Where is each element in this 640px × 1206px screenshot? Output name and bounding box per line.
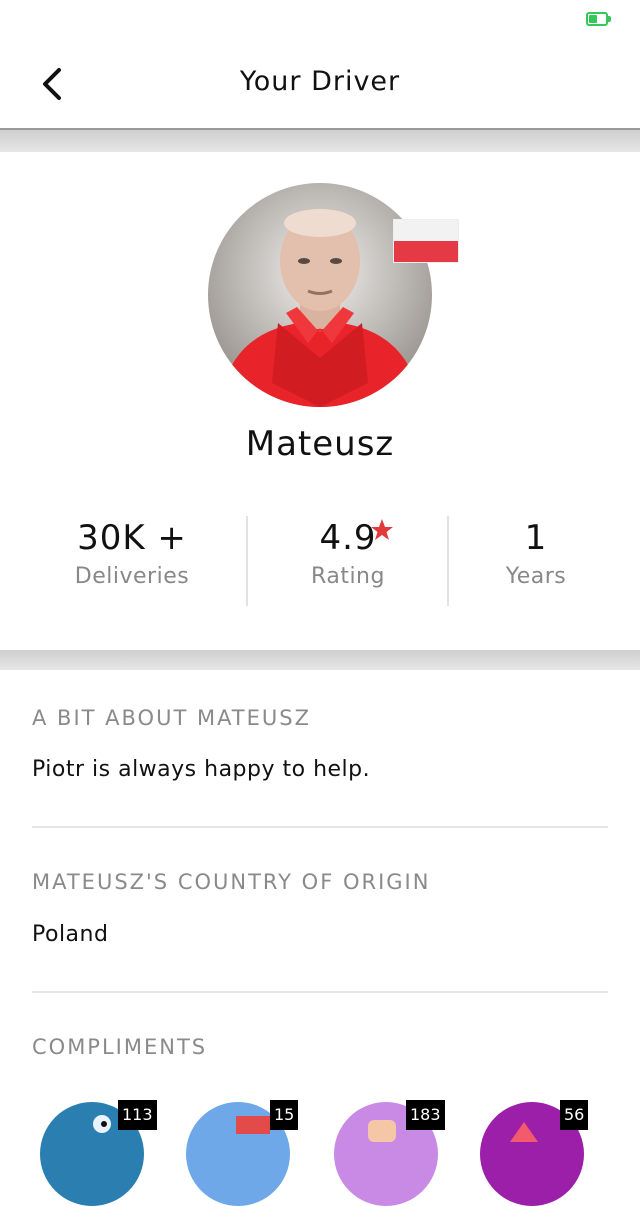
driver-stats: 30K + Deliveries 4.9 Rating 1 Years: [0, 516, 640, 606]
navigation-bar: Your Driver: [0, 40, 640, 130]
about-text: Piotr is always happy to help.: [32, 757, 371, 782]
rating-label: Rating: [311, 564, 385, 589]
compliment-count: 183: [406, 1100, 445, 1130]
status-bar: [0, 0, 640, 40]
section-separator: [0, 650, 640, 670]
stat-deliveries: 30K + Deliveries: [32, 516, 232, 606]
rating-value: 4.9: [319, 518, 377, 558]
compliments-title: COMPLIMENTS: [32, 1035, 208, 1059]
years-value: 1: [524, 518, 548, 558]
page-title: Your Driver: [239, 66, 401, 97]
poland-flag-icon: [394, 220, 458, 262]
compliment-count: 113: [118, 1100, 157, 1130]
stat-rating: 4.9 Rating: [248, 516, 448, 606]
deliveries-value: 30K +: [77, 518, 187, 558]
divider: [32, 991, 608, 993]
years-label: Years: [505, 564, 567, 589]
compliment-count: 15: [270, 1100, 299, 1130]
driver-avatar: [208, 183, 432, 407]
origin-text: Poland: [32, 922, 109, 947]
battery-icon: [586, 12, 612, 26]
star-icon: [371, 519, 393, 540]
driver-profile-card: Mateusz 30K + Deliveries 4.9 Rating 1 Ye…: [0, 152, 640, 650]
compliment-badge[interactable]: 56: [476, 1100, 589, 1206]
compliment-badge[interactable]: 15: [182, 1100, 299, 1206]
stat-years: 1 Years: [449, 516, 623, 606]
about-title: A BIT ABOUT MATEUSZ: [32, 706, 311, 730]
divider: [32, 826, 608, 828]
compliment-badge[interactable]: 183: [330, 1100, 445, 1206]
driver-name: Mateusz: [245, 424, 395, 464]
compliment-count: 56: [560, 1100, 589, 1130]
origin-title: MATEUSZ'S COUNTRY OF ORIGIN: [32, 870, 431, 894]
section-separator: [0, 130, 640, 152]
compliment-badge[interactable]: 113: [36, 1100, 157, 1206]
deliveries-label: Deliveries: [74, 564, 190, 589]
